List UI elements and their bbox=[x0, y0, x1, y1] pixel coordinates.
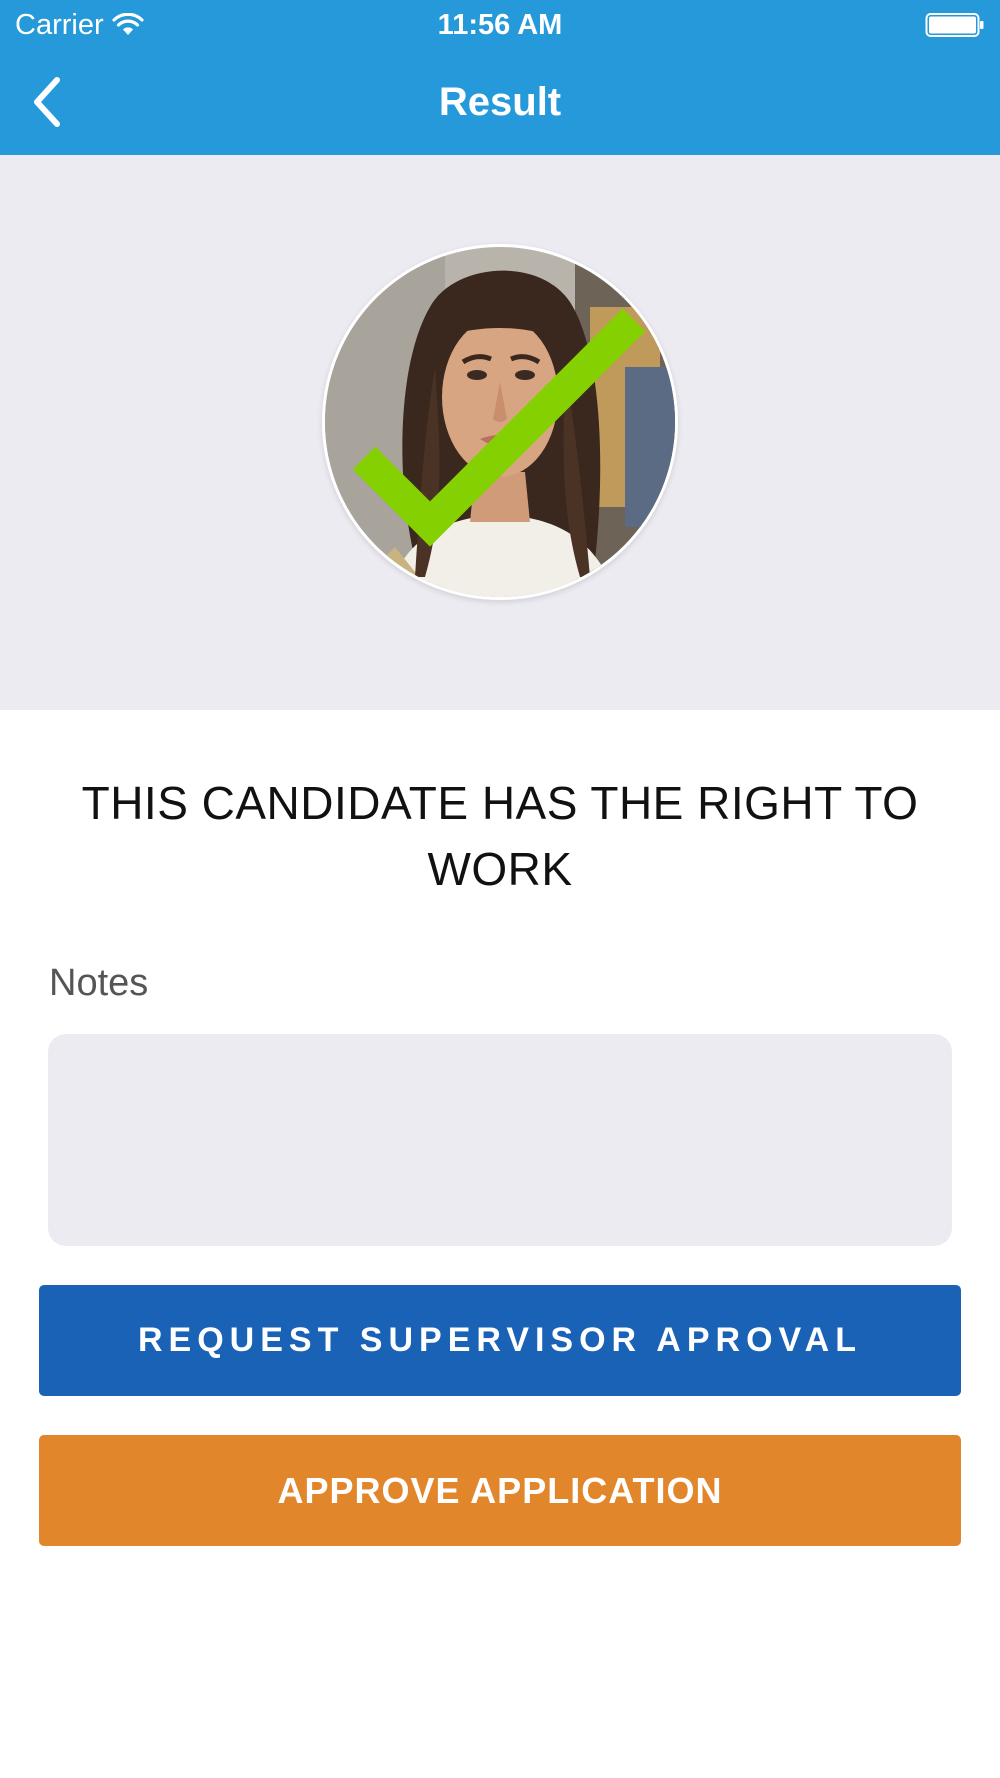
status-time: 11:56 AM bbox=[437, 9, 563, 41]
notes-field[interactable] bbox=[48, 1034, 952, 1246]
status-bar: Carrier 11:56 AM bbox=[0, 0, 1000, 50]
notes-label: Notes bbox=[49, 962, 149, 1004]
battery-icon bbox=[925, 13, 984, 37]
request-supervisor-approval-button[interactable]: REQUEST SUPERVISOR APROVAL bbox=[39, 1285, 961, 1396]
approve-application-button[interactable]: APPROVE APPLICATION bbox=[39, 1435, 961, 1546]
result-message: THIS CANDIDATE HAS THE RIGHT TO WORK bbox=[81, 777, 919, 895]
app-header: Carrier 11:56 AM Result bbox=[0, 0, 1000, 155]
page-title: Result bbox=[438, 80, 562, 124]
navigation-bar: Result bbox=[0, 50, 1000, 155]
candidate-photo-panel bbox=[0, 155, 1000, 710]
checkmark-icon bbox=[352, 308, 646, 547]
